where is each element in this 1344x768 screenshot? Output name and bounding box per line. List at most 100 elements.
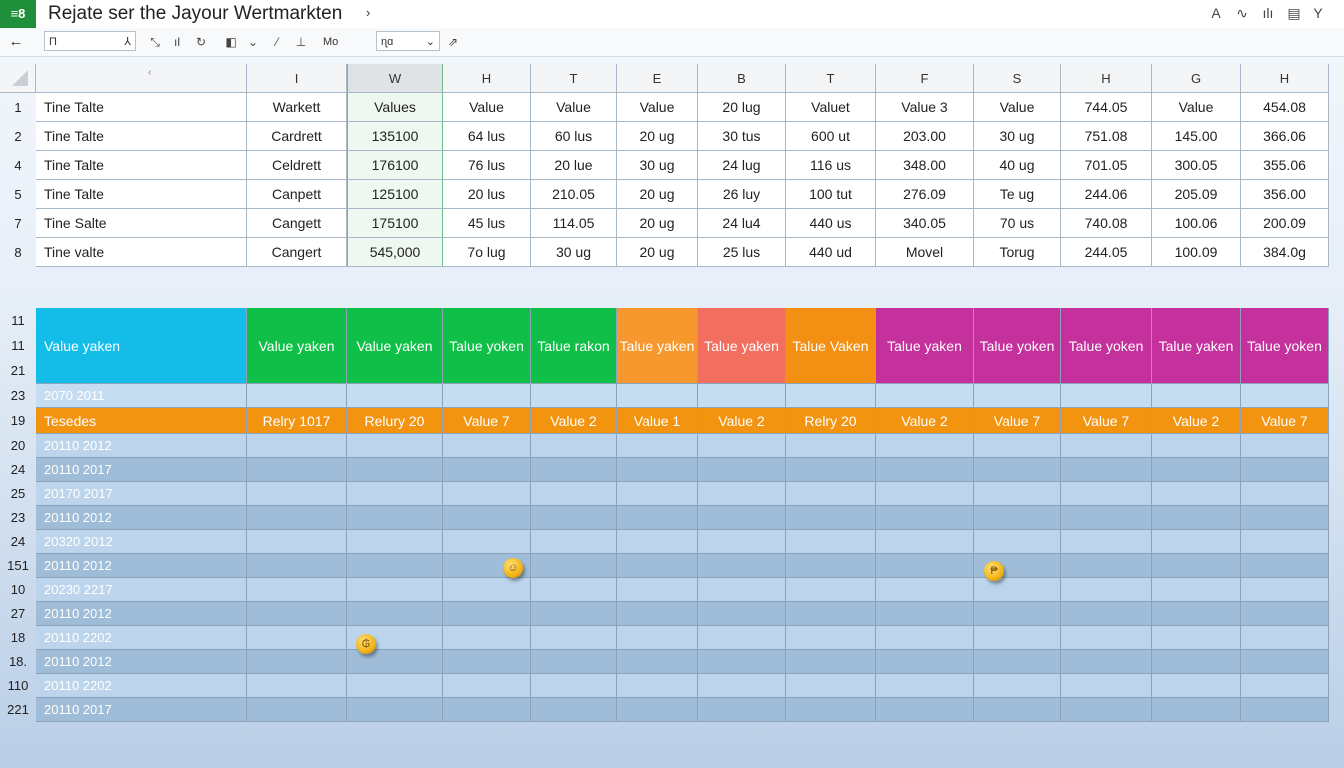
highlight-cell[interactable]: Value 7 bbox=[1241, 408, 1329, 434]
table-cell[interactable] bbox=[617, 434, 698, 458]
name-box[interactable]: Π ⅄ bbox=[44, 31, 136, 51]
table-cell[interactable] bbox=[876, 384, 974, 408]
row-number[interactable]: 19 bbox=[0, 408, 36, 434]
table-cell[interactable] bbox=[1061, 530, 1152, 554]
underline-icon[interactable]: ⊥ bbox=[294, 34, 308, 50]
table-cell[interactable] bbox=[786, 578, 876, 602]
date-cell[interactable]: 2070 2011 bbox=[36, 384, 247, 408]
table-cell[interactable] bbox=[617, 458, 698, 482]
table-cell[interactable]: Cangert bbox=[247, 238, 347, 267]
table-cell[interactable] bbox=[698, 698, 786, 722]
table-cell[interactable] bbox=[347, 434, 443, 458]
table-cell[interactable] bbox=[443, 482, 531, 506]
table-cell[interactable]: 600 ut bbox=[786, 122, 876, 151]
table-cell[interactable] bbox=[531, 434, 617, 458]
table-cell[interactable] bbox=[531, 482, 617, 506]
table-cell[interactable]: 24 lug bbox=[698, 151, 786, 180]
table-cell[interactable]: Warkett bbox=[247, 93, 347, 122]
table-cell[interactable] bbox=[1152, 626, 1241, 650]
row-number[interactable]: 11 bbox=[0, 333, 36, 358]
table-cell[interactable] bbox=[1061, 554, 1152, 578]
table-cell[interactable]: 366.06 bbox=[1241, 122, 1329, 151]
table-cell[interactable] bbox=[786, 674, 876, 698]
back-arrow-icon[interactable]: ← bbox=[4, 31, 28, 53]
table-cell[interactable]: 203.00 bbox=[876, 122, 974, 151]
table-cell[interactable] bbox=[1152, 554, 1241, 578]
table-cell[interactable] bbox=[531, 698, 617, 722]
table-cell[interactable]: Cangett bbox=[247, 209, 347, 238]
coin-marker-icon[interactable]: ☺ bbox=[503, 558, 523, 578]
table-cell[interactable] bbox=[1152, 650, 1241, 674]
highlight-first-cell[interactable]: Tesedes bbox=[36, 408, 247, 434]
table-cell[interactable] bbox=[1061, 578, 1152, 602]
table-cell[interactable] bbox=[1241, 698, 1329, 722]
table-cell[interactable] bbox=[1061, 626, 1152, 650]
header-band-cell[interactable]: Talue yoken bbox=[443, 308, 531, 384]
table-cell[interactable] bbox=[876, 458, 974, 482]
table-cell[interactable] bbox=[1152, 506, 1241, 530]
table-cell[interactable]: 135100 bbox=[347, 122, 443, 151]
table-cell[interactable] bbox=[1241, 650, 1329, 674]
table-cell[interactable]: Canpett bbox=[247, 180, 347, 209]
table-cell[interactable]: 701.05 bbox=[1061, 151, 1152, 180]
table-cell[interactable] bbox=[347, 506, 443, 530]
table-cell[interactable] bbox=[531, 602, 617, 626]
row-number[interactable]: 11 bbox=[0, 308, 36, 333]
table-cell[interactable] bbox=[786, 626, 876, 650]
table-cell[interactable]: 30 ug bbox=[974, 122, 1061, 151]
fill-icon[interactable]: ◧ bbox=[224, 34, 238, 50]
table-cell[interactable] bbox=[531, 626, 617, 650]
table-cell[interactable]: 384.0g bbox=[1241, 238, 1329, 267]
column-header[interactable]: H bbox=[1241, 64, 1329, 93]
table-cell[interactable]: Te ug bbox=[974, 180, 1061, 209]
table-cell[interactable] bbox=[1061, 698, 1152, 722]
table-cell[interactable] bbox=[617, 698, 698, 722]
table-cell[interactable] bbox=[786, 506, 876, 530]
table-cell[interactable]: Value bbox=[974, 93, 1061, 122]
table-cell[interactable] bbox=[347, 384, 443, 408]
table-cell[interactable]: Tine valte bbox=[36, 238, 247, 267]
table-cell[interactable]: 210.05 bbox=[531, 180, 617, 209]
table-cell[interactable]: Cardrett bbox=[247, 122, 347, 151]
table-cell[interactable] bbox=[1152, 482, 1241, 506]
header-band-cell[interactable]: Talue Vaken bbox=[786, 308, 876, 384]
table-cell[interactable] bbox=[1152, 578, 1241, 602]
row-number[interactable]: 23 bbox=[0, 384, 36, 408]
table-cell[interactable] bbox=[347, 698, 443, 722]
table-cell[interactable] bbox=[1241, 482, 1329, 506]
table-cell[interactable] bbox=[1241, 458, 1329, 482]
table-cell[interactable] bbox=[1061, 650, 1152, 674]
header-band-cell[interactable]: Value yaken bbox=[247, 308, 347, 384]
table-cell[interactable] bbox=[876, 482, 974, 506]
table-cell[interactable] bbox=[1061, 674, 1152, 698]
table-cell[interactable] bbox=[698, 482, 786, 506]
row-number[interactable]: 18. bbox=[0, 650, 36, 674]
table-cell[interactable]: 205.09 bbox=[1152, 180, 1241, 209]
row-number[interactable]: 18 bbox=[0, 626, 36, 650]
row-number[interactable]: 5 bbox=[0, 180, 36, 209]
date-cell[interactable]: 20110 2012 bbox=[36, 554, 247, 578]
table-cell[interactable] bbox=[876, 578, 974, 602]
column-header[interactable]: W bbox=[347, 64, 443, 93]
table-cell[interactable]: 454.08 bbox=[1241, 93, 1329, 122]
table-cell[interactable] bbox=[1241, 506, 1329, 530]
table-cell[interactable] bbox=[443, 650, 531, 674]
table-cell[interactable] bbox=[443, 434, 531, 458]
table-cell[interactable] bbox=[698, 554, 786, 578]
row-number[interactable]: 24 bbox=[0, 458, 36, 482]
highlight-cell[interactable]: Value 2 bbox=[1152, 408, 1241, 434]
table-cell[interactable] bbox=[1061, 434, 1152, 458]
table-cell[interactable] bbox=[1241, 674, 1329, 698]
table-cell[interactable] bbox=[1061, 602, 1152, 626]
table-cell[interactable] bbox=[531, 384, 617, 408]
table-cell[interactable] bbox=[347, 554, 443, 578]
column-header[interactable]: I bbox=[247, 64, 347, 93]
table-cell[interactable] bbox=[1152, 674, 1241, 698]
table-cell[interactable]: Tine Talte bbox=[36, 151, 247, 180]
table-cell[interactable]: Value bbox=[617, 93, 698, 122]
header-band-cell[interactable]: Talue rakon bbox=[531, 308, 617, 384]
column-header[interactable]: G bbox=[1152, 64, 1241, 93]
table-cell[interactable]: 175100 bbox=[347, 209, 443, 238]
table-cell[interactable] bbox=[1241, 554, 1329, 578]
table-cell[interactable]: 30 ug bbox=[531, 238, 617, 267]
